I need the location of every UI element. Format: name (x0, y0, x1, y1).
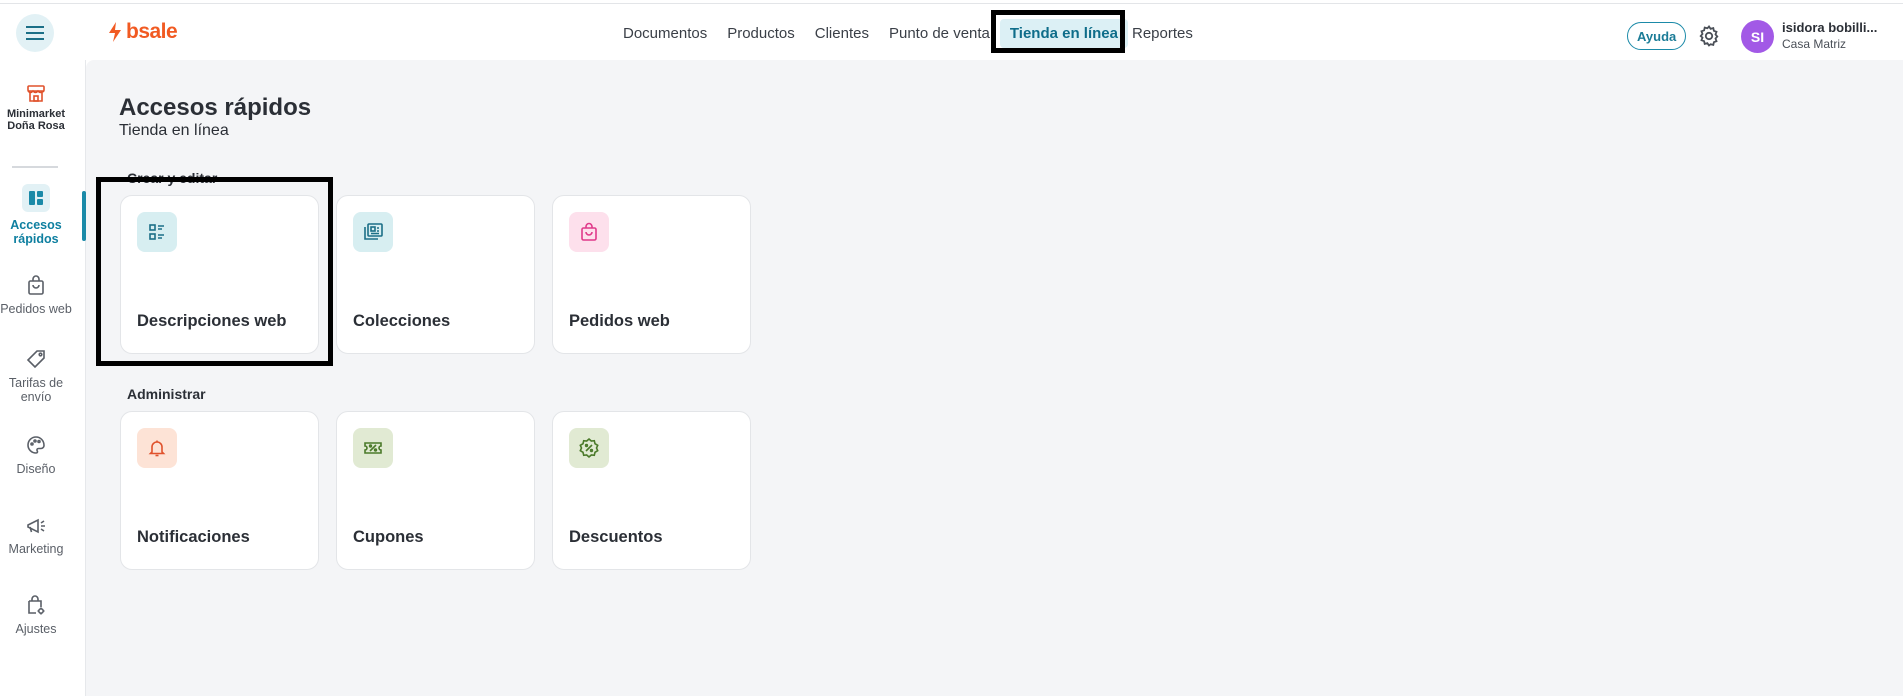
sidebar: Minimarket Doña Rosa Accesos rápidos Ped… (0, 60, 86, 696)
list-icon (137, 212, 177, 252)
avatar[interactable]: SI (1741, 20, 1774, 53)
card-label: Notificaciones (137, 528, 250, 546)
card-label: Descuentos (569, 528, 663, 546)
store-name-line1: Minimarket (6, 108, 66, 120)
bsale-logo-icon (109, 22, 121, 42)
sidebar-label: Tarifas de (8, 376, 64, 390)
coupon-icon (353, 428, 393, 468)
nav-tienda-en-linea[interactable]: Tienda en línea (999, 18, 1128, 48)
store-icon (27, 85, 45, 102)
gear-icon[interactable] (1697, 24, 1721, 48)
help-button[interactable]: Ayuda (1627, 22, 1687, 50)
sidebar-item-ajustes[interactable]: Ajustes (0, 594, 72, 636)
card-label: Cupones (353, 528, 424, 546)
sidebar-label: Ajustes (15, 622, 57, 636)
card-cupones[interactable]: Cupones (336, 411, 535, 570)
sidebar-label: Pedidos web (0, 302, 72, 316)
top-header: bsale Documentos Productos Clientes Punt… (0, 4, 1903, 60)
user-name[interactable]: isidora bobilli... (1782, 20, 1877, 35)
card-descripciones-web[interactable]: Descripciones web (120, 195, 319, 354)
collection-icon (353, 212, 393, 252)
card-label: Descripciones web (137, 312, 287, 330)
shopping-bag-icon (569, 212, 609, 252)
page-subtitle: Tienda en línea (119, 122, 229, 139)
megaphone-icon (27, 518, 45, 534)
store-name-line2: Doña Rosa (7, 120, 65, 132)
sidebar-item-diseno[interactable]: Diseño (0, 434, 72, 476)
main-content: Accesos rápidos Tienda en línea Crear y … (86, 60, 1903, 696)
card-descuentos[interactable]: Descuentos (552, 411, 751, 570)
sidebar-item-accesos-rapidos[interactable]: Accesos rápidos (0, 184, 72, 246)
nav-productos[interactable]: Productos (717, 19, 805, 48)
sidebar-item-marketing[interactable]: Marketing (0, 514, 72, 556)
shopping-bag-icon (28, 275, 44, 295)
sidebar-label: envío (20, 390, 52, 404)
sidebar-divider (12, 166, 58, 168)
sidebar-label: Marketing (8, 542, 64, 556)
bell-icon (137, 428, 177, 468)
nav-documentos[interactable]: Documentos (613, 19, 717, 48)
section-label-administrar: Administrar (127, 386, 206, 402)
brand-logo[interactable]: bsale (107, 20, 178, 44)
card-label: Colecciones (353, 312, 451, 330)
card-label: Pedidos web (569, 312, 670, 330)
menu-icon[interactable] (16, 14, 54, 52)
page-title: Accesos rápidos (119, 94, 312, 121)
nav-punto-de-venta[interactable]: Punto de venta (879, 19, 1000, 48)
settings-bag-icon (28, 595, 45, 615)
nav-reportes[interactable]: Reportes (1128, 19, 1203, 48)
brand-name: bsale (126, 20, 178, 43)
sidebar-label: Accesos (10, 218, 62, 232)
section-label-crear-editar: Crear y editar (127, 170, 218, 186)
discount-badge-icon (569, 428, 609, 468)
sidebar-item-tarifas-de-envio[interactable]: Tarifas de envío (0, 348, 72, 404)
card-notificaciones[interactable]: Notificaciones (120, 411, 319, 570)
nav-clientes[interactable]: Clientes (805, 19, 879, 48)
card-pedidos-web[interactable]: Pedidos web (552, 195, 751, 354)
store-selector[interactable]: Minimarket Doña Rosa (0, 82, 72, 132)
palette-icon (27, 436, 45, 454)
card-colecciones[interactable]: Colecciones (336, 195, 535, 354)
main-nav: Documentos Productos Clientes Punto de v… (613, 18, 1203, 48)
dashboard-icon (22, 184, 50, 212)
sidebar-item-pedidos-web[interactable]: Pedidos web (0, 274, 72, 316)
tag-icon (26, 350, 45, 369)
sidebar-label: Diseño (16, 462, 56, 476)
user-branch: Casa Matriz (1782, 37, 1847, 51)
sidebar-label: rápidos (13, 232, 59, 246)
